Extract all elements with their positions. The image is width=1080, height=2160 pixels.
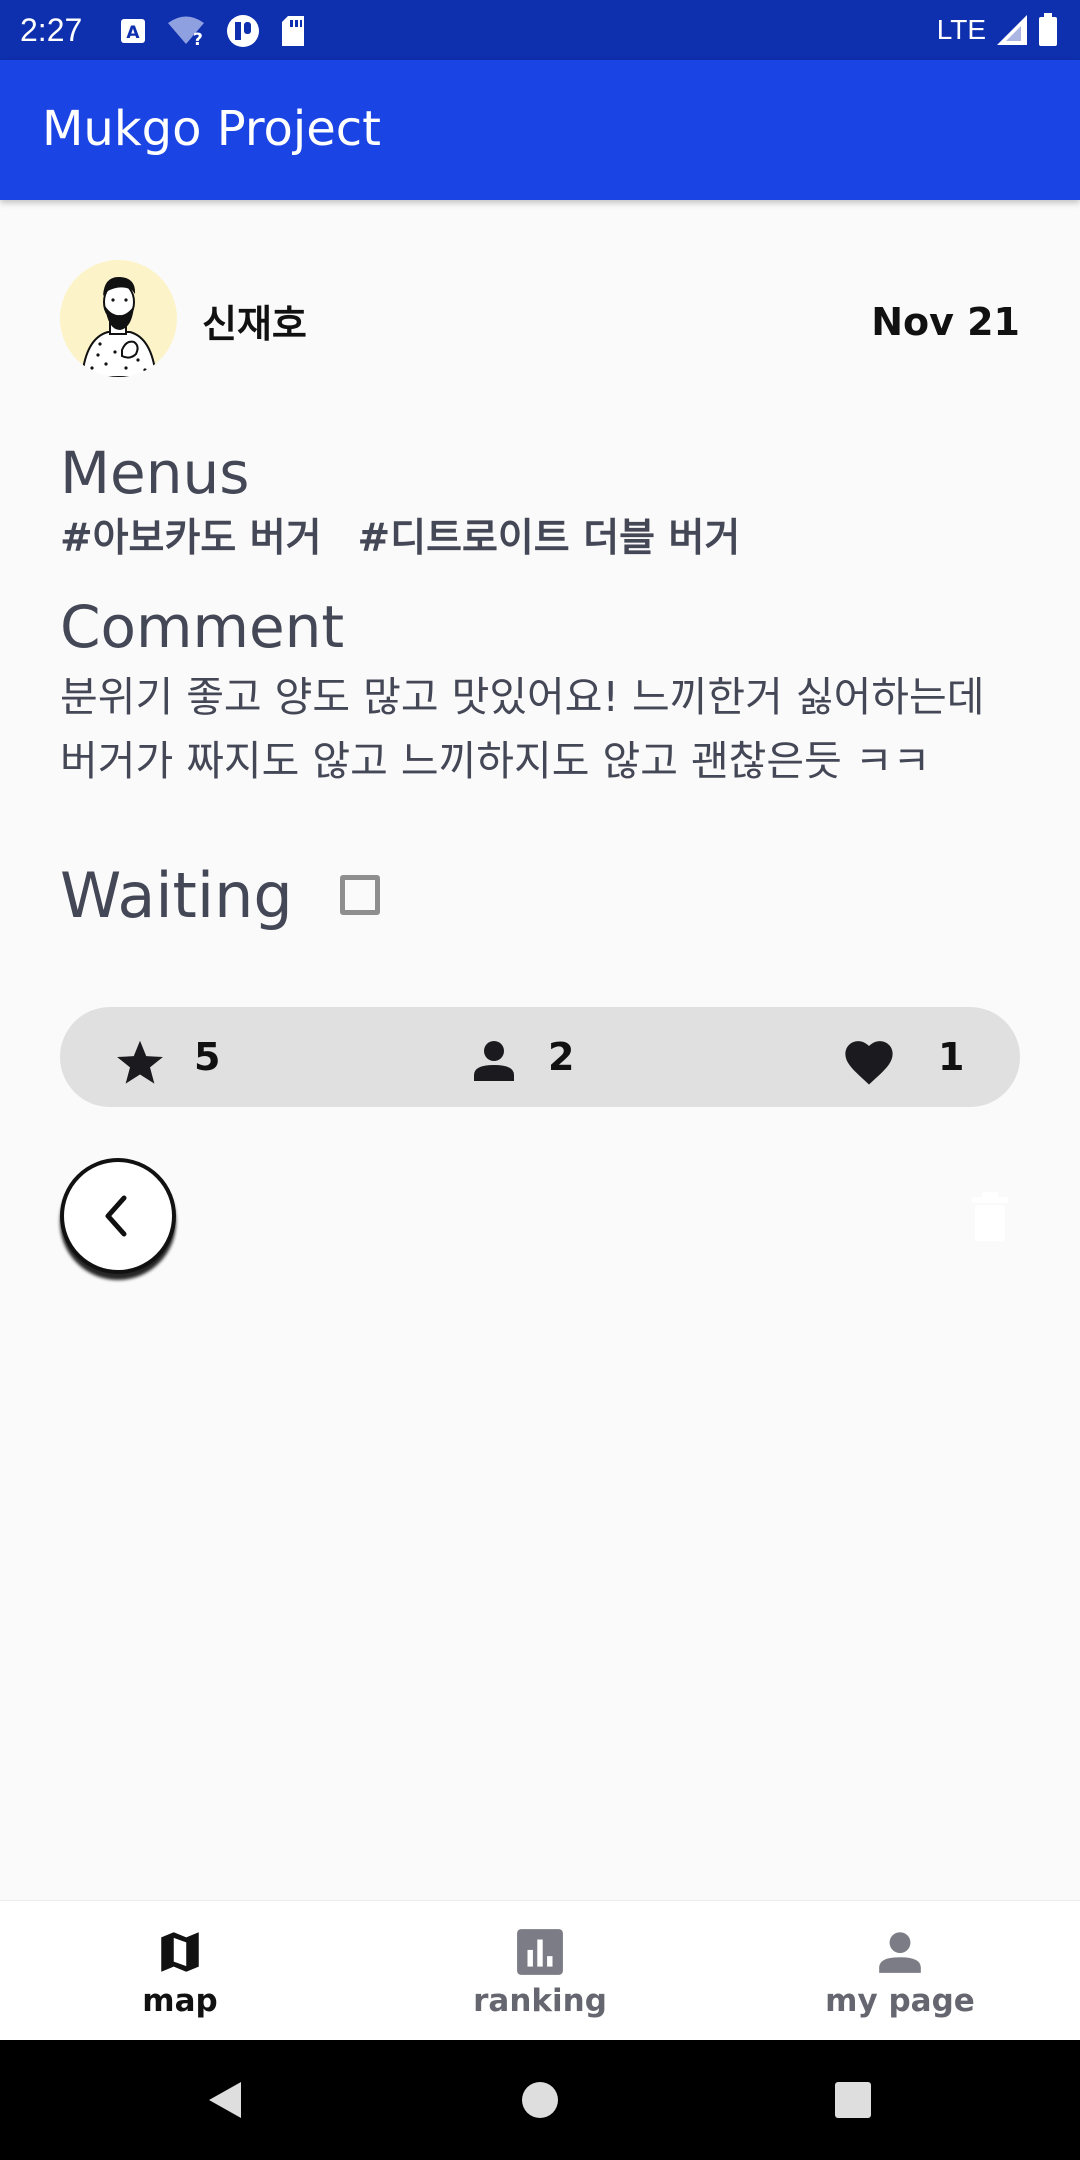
nav-label: ranking <box>473 1983 607 2019</box>
status-icons-left: A ? <box>120 14 306 48</box>
menu-tag[interactable]: #디트로이트 더블 버거 <box>358 512 741 566</box>
stats-bar: 5 2 1 <box>60 1007 1020 1107</box>
comment-title: Comment <box>60 593 345 661</box>
star-icon <box>117 1040 163 1084</box>
waiting-checkbox[interactable] <box>340 875 380 915</box>
comment-line: 분위기 좋고 양도 많고 맛있어요! 느끼한거 싫어하는데 <box>60 673 985 721</box>
menu-tag[interactable]: #아보카도 버거 <box>60 512 322 566</box>
app-title: Mukgo Project <box>42 101 381 157</box>
person-icon <box>474 1041 514 1081</box>
nav-item-map[interactable]: map <box>0 1901 360 2041</box>
status-icons-right: LTE <box>937 12 1058 48</box>
nav-item-ranking[interactable]: ranking <box>360 1901 720 2041</box>
people-value: 2 <box>548 1035 575 1079</box>
trash-icon <box>972 1192 1008 1241</box>
post-date: Nov 21 <box>871 300 1020 344</box>
recents-square-icon[interactable] <box>833 2080 873 2120</box>
wifi-question-icon: ? <box>168 16 204 46</box>
nav-label: map <box>142 1983 218 2019</box>
accessibility-icon: A <box>121 19 145 43</box>
svg-text:?: ? <box>193 30 203 46</box>
nav-label: my page <box>825 1983 975 2019</box>
sd-card-icon <box>282 16 304 46</box>
network-type: LTE <box>936 14 986 45</box>
rating-value: 5 <box>194 1035 221 1079</box>
battery-icon <box>1039 13 1057 46</box>
signal-icon <box>997 15 1027 45</box>
back-button[interactable] <box>60 1158 176 1274</box>
app-bar: Mukgo Project <box>0 60 1080 200</box>
avatar[interactable] <box>60 260 177 377</box>
author-name[interactable]: 신재호 <box>202 298 307 350</box>
bottom-nav: map ranking my page <box>0 1900 1080 2041</box>
delete-button[interactable] <box>970 1192 1010 1242</box>
likes-value: 1 <box>938 1035 965 1079</box>
chevron-left-icon <box>105 1195 127 1237</box>
comment-text: 분위기 좋고 양도 많고 맛있어요! 느끼한거 싫어하는데 버거가 짜지도 않고… <box>60 665 1020 793</box>
waiting-label: Waiting <box>60 859 293 932</box>
nav-item-my-page[interactable]: my page <box>720 1901 1080 2041</box>
status-time: 2:27 <box>20 12 83 48</box>
menus-title: Menus <box>60 439 250 507</box>
map-icon <box>161 1932 199 1972</box>
home-circle-icon[interactable] <box>520 2080 560 2120</box>
heart-icon[interactable] <box>842 1037 896 1087</box>
comment-line: 버거가 짜지도 않고 느끼하지도 않고 괜찮은듯 ㅋㅋ <box>60 737 931 785</box>
person-icon <box>879 1932 921 1973</box>
circle-app-icon <box>227 15 259 47</box>
back-triangle-icon[interactable] <box>205 2080 245 2120</box>
avatar-illustration <box>80 276 158 377</box>
menu-tags: #아보카도 버거 #디트로이트 더블 버거 <box>60 512 740 566</box>
bar-chart-icon <box>517 1929 563 1975</box>
system-nav-bar <box>0 2040 1080 2160</box>
svg-text:A: A <box>126 23 140 43</box>
status-bar: 2:27 A ? LTE <box>0 0 1080 60</box>
